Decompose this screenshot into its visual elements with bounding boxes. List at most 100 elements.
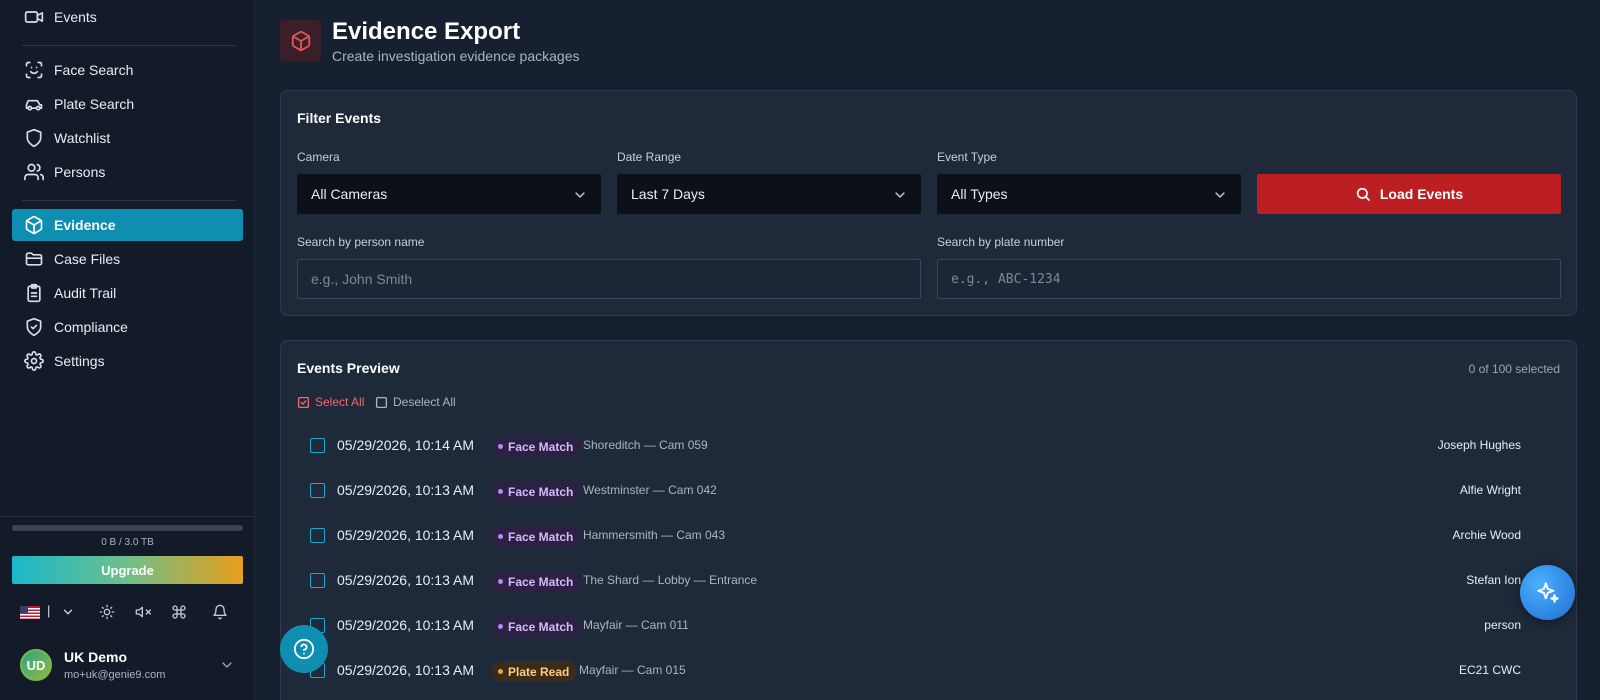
event-type-badge: Face Match <box>492 526 582 547</box>
user-name: UK Demo <box>64 649 128 665</box>
event-time: 05/29/2026, 10:14 AM <box>337 437 474 453</box>
event-location: Shoreditch — Cam 059 <box>583 438 708 452</box>
plate-search-label: Search by plate number <box>937 235 1065 249</box>
event-row[interactable]: 05/29/2026, 10:14 AM Face Match Shoredit… <box>297 426 1533 466</box>
event-time: 05/29/2026, 10:13 AM <box>337 572 474 588</box>
sidebar-item-watchlist[interactable]: Watchlist <box>12 122 243 154</box>
event-type-select-value: All Types <box>951 186 1008 202</box>
event-row[interactable]: 05/29/2026, 10:13 AM Face Match Hammersm… <box>297 516 1533 556</box>
camera-select-value: All Cameras <box>311 186 388 202</box>
video-icon <box>24 7 44 27</box>
search-icon <box>1355 186 1371 202</box>
chevron-down-icon[interactable] <box>219 657 235 673</box>
sidebar-item-compliance[interactable]: Compliance <box>12 311 243 343</box>
plate-search-input[interactable] <box>937 259 1561 299</box>
event-location: Mayfair — Cam 015 <box>579 663 686 677</box>
sidebar-item-evidence[interactable]: Evidence <box>12 209 243 241</box>
select-all-button[interactable]: Select All <box>297 395 364 409</box>
storage-usage-text: 0 B / 3.0 TB <box>101 537 154 548</box>
event-type-badge: Plate Read <box>492 661 578 682</box>
sidebar-item-label: Watchlist <box>54 130 111 146</box>
sidebar-item-events[interactable]: Events <box>12 1 243 33</box>
event-checkbox[interactable] <box>310 483 325 498</box>
event-type-select[interactable]: All Types <box>937 174 1241 214</box>
sidebar-footer-divider <box>0 516 255 517</box>
avatar: UD <box>20 649 52 681</box>
language-chevron-down-icon[interactable] <box>58 602 78 622</box>
folder-icon <box>24 249 44 269</box>
volume-mute-icon[interactable] <box>133 602 153 622</box>
chevron-down-icon <box>892 187 908 203</box>
event-subject: Stefan Ion <box>1466 573 1521 587</box>
sun-icon[interactable] <box>97 602 117 622</box>
command-icon[interactable] <box>169 602 189 622</box>
sidebar-item-label: Plate Search <box>54 96 135 112</box>
camera-label: Camera <box>297 150 340 164</box>
camera-select[interactable]: All Cameras <box>297 174 601 214</box>
bell-icon[interactable] <box>210 602 230 622</box>
sidebar-item-audit-trail[interactable]: Audit Trail <box>12 277 243 309</box>
users-icon <box>24 162 44 182</box>
event-row[interactable]: 05/29/2026, 10:13 AM Face Match Westmins… <box>297 471 1533 511</box>
select-all-label: Select All <box>315 395 365 409</box>
sidebar-item-case-files[interactable]: Case Files <box>12 243 243 275</box>
sidebar-item-label: Events <box>54 9 97 25</box>
deselect-all-button[interactable]: Deselect All <box>375 395 456 409</box>
sidebar-item-label: Case Files <box>54 251 121 267</box>
nav-divider <box>22 200 235 201</box>
event-checkbox[interactable] <box>310 438 325 453</box>
events-preview-title: Events Preview <box>297 360 400 376</box>
sidebar-item-label: Audit Trail <box>54 285 117 301</box>
storage-usage-bar <box>12 525 243 531</box>
load-events-button[interactable]: Load Events <box>1257 174 1561 214</box>
chevron-down-icon <box>572 187 588 203</box>
event-subject: Archie Wood <box>1452 528 1521 542</box>
event-type-badge: Face Match <box>492 436 582 457</box>
sidebar-item-plate-search[interactable]: Plate Search <box>12 88 243 120</box>
user-menu[interactable]: UD UK Demo mo+uk@genie9.com <box>12 645 243 689</box>
sidebar-item-label: Persons <box>54 164 106 180</box>
sidebar-item-persons[interactable]: Persons <box>12 156 243 188</box>
event-row[interactable]: 05/29/2026, 10:13 AM Face Match Mayfair … <box>297 606 1533 646</box>
person-search-input[interactable] <box>297 259 921 299</box>
event-row[interactable]: 05/29/2026, 10:13 AM Face Match The Shar… <box>297 561 1533 601</box>
chevron-down-icon <box>1212 187 1228 203</box>
help-button[interactable] <box>280 625 328 673</box>
date-range-select[interactable]: Last 7 Days <box>617 174 921 214</box>
deselect-all-label: Deselect All <box>393 395 456 409</box>
filter-panel: Filter Events Camera All Cameras Date Ra… <box>280 90 1577 316</box>
event-time: 05/29/2026, 10:13 AM <box>337 527 474 543</box>
us-flag-icon[interactable] <box>20 606 40 619</box>
upgrade-button[interactable]: Upgrade <box>12 556 243 584</box>
user-email: mo+uk@genie9.com <box>64 669 166 681</box>
sidebar-item-label: Compliance <box>54 319 128 335</box>
nav-divider <box>22 45 235 46</box>
sidebar-item-face-search[interactable]: Face Search <box>12 54 243 86</box>
date-range-select-value: Last 7 Days <box>631 186 705 202</box>
language-separator: | <box>47 603 51 618</box>
package-icon <box>280 20 321 61</box>
event-subject: Joseph Hughes <box>1437 438 1521 452</box>
sidebar-toolbar: | <box>12 600 243 624</box>
car-icon <box>24 94 44 114</box>
package-icon <box>24 215 44 235</box>
checkbox-checked-icon <box>297 396 310 409</box>
events-preview-panel: Events Preview 0 of 100 selected Select … <box>280 340 1577 700</box>
event-row[interactable]: 05/29/2026, 10:13 AM Plate Read Mayfair … <box>297 651 1533 691</box>
event-subject: EC21 CWC <box>1458 663 1521 677</box>
event-checkbox[interactable] <box>310 573 325 588</box>
event-checkbox[interactable] <box>310 528 325 543</box>
event-type-label: Event Type <box>937 150 997 164</box>
event-time: 05/29/2026, 10:13 AM <box>337 662 474 678</box>
shield-check-icon <box>24 317 44 337</box>
sidebar-item-settings[interactable]: Settings <box>12 345 243 377</box>
date-range-label: Date Range <box>617 150 682 164</box>
event-subject: Alfie Wright <box>1459 483 1521 497</box>
ai-assistant-button[interactable] <box>1520 565 1575 620</box>
checkbox-empty-icon <box>375 396 388 409</box>
face-scan-icon <box>24 60 44 80</box>
event-location: Hammersmith — Cam 043 <box>583 528 726 542</box>
sidebar-item-label: Face Search <box>54 62 134 78</box>
help-circle-icon <box>293 638 315 660</box>
page-subtitle: Create investigation evidence packages <box>332 48 580 64</box>
